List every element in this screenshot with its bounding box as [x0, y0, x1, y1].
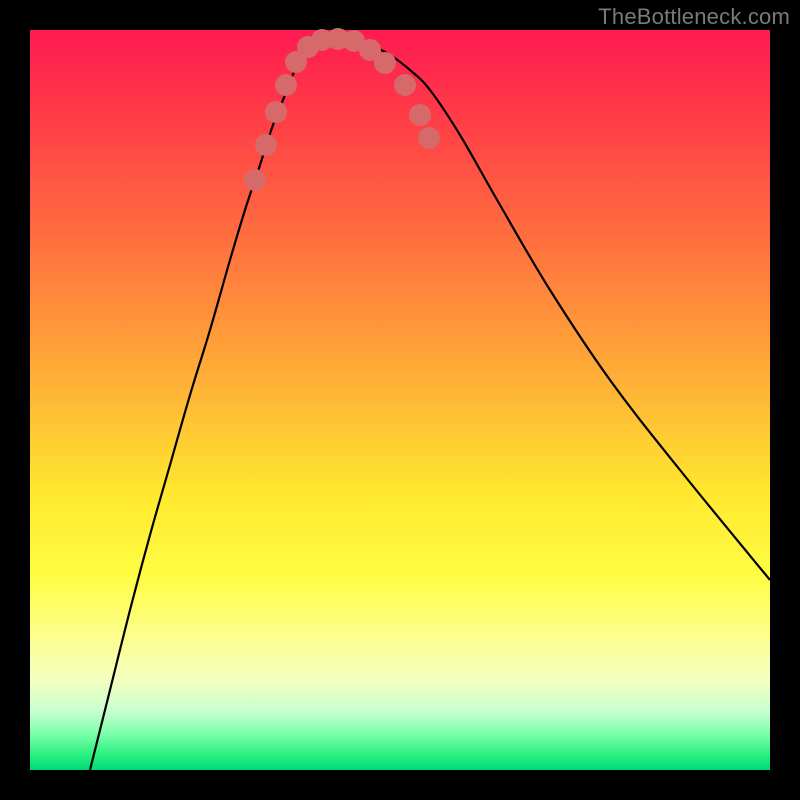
curve-marker — [244, 169, 266, 191]
curve-marker — [255, 134, 277, 156]
curve-marker — [409, 104, 431, 126]
curve-markers — [244, 28, 440, 191]
curve-marker — [374, 52, 396, 74]
curve-svg — [30, 30, 770, 770]
curve-marker — [265, 101, 287, 123]
watermark-text: TheBottleneck.com — [598, 4, 790, 30]
curve-marker — [394, 74, 416, 96]
curve-marker — [275, 74, 297, 96]
plot-area — [30, 30, 770, 770]
curve-marker — [418, 127, 440, 149]
chart-frame: TheBottleneck.com — [0, 0, 800, 800]
